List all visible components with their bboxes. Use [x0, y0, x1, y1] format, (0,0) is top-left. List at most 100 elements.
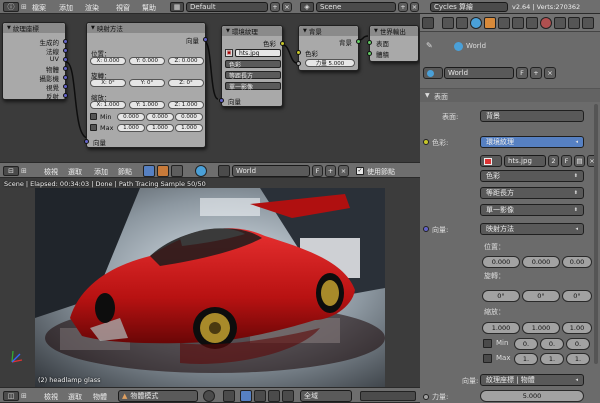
- node-texture-coordinate[interactable]: ▼ 紋理座標 生成的 法線 UV 物體 攝影機 視覺 反射: [2, 22, 68, 101]
- scale-z-field[interactable]: Z: 1.000: [168, 101, 204, 109]
- min-y-field[interactable]: 0.: [540, 338, 564, 350]
- socket-vector-out[interactable]: [203, 37, 208, 42]
- collapse-menu-icon[interactable]: ⊞: [21, 167, 27, 175]
- editor-type-properties-icon[interactable]: [422, 17, 434, 29]
- shader-world-icon[interactable]: [157, 165, 169, 177]
- node-editor[interactable]: ▼ 紋理座標 生成的 法線 UV 物體 攝影機 視覺 反射 ▼ 映射方法 向量 位置…: [0, 14, 420, 162]
- world-browse-icon[interactable]: [218, 165, 230, 177]
- surface-panel-header[interactable]: ▼ 表面: [420, 88, 600, 102]
- scene-tab-icon[interactable]: [456, 17, 468, 29]
- rotate-icon[interactable]: [268, 390, 280, 402]
- interaction-mode-dropdown[interactable]: ▲ 物體模式: [118, 390, 198, 402]
- modifiers-tab-icon[interactable]: [512, 17, 524, 29]
- editor-type-info-icon[interactable]: ⓘ: [3, 2, 19, 12]
- data-tab-icon[interactable]: [526, 17, 538, 29]
- rot-z-field[interactable]: Z: 0°: [168, 79, 204, 87]
- open-image-icon[interactable]: ▤: [574, 155, 585, 167]
- collapse-menu-icon[interactable]: ⊞: [21, 3, 27, 11]
- render-tab-icon[interactable]: [442, 17, 454, 29]
- object-tab-icon[interactable]: [484, 17, 496, 29]
- socket-reflection[interactable]: [63, 93, 68, 98]
- color-input-dropdown[interactable]: 環境紋理 ◂: [480, 136, 584, 148]
- fake-user-button[interactable]: F: [312, 165, 323, 177]
- menu-help[interactable]: 幫助: [142, 3, 156, 13]
- socket-window[interactable]: [63, 84, 68, 89]
- menu-object[interactable]: 物體: [93, 392, 107, 402]
- unlink-world-button[interactable]: ×: [544, 67, 556, 79]
- rot-x-field[interactable]: X: 0°: [90, 79, 126, 87]
- rot-y-field[interactable]: Y: 0°: [129, 79, 165, 87]
- socket-background-out[interactable]: [356, 39, 361, 44]
- editor-type-node-icon[interactable]: ⊟: [3, 166, 19, 176]
- material-tab-icon[interactable]: [540, 17, 552, 29]
- world-tab-icon[interactable]: [470, 17, 482, 29]
- max-z-field[interactable]: 1.: [566, 353, 590, 365]
- image-browse-icon[interactable]: [480, 155, 502, 167]
- compositing-icon[interactable]: [171, 165, 183, 177]
- transform-orientation-dropdown[interactable]: 全域: [300, 390, 352, 402]
- image-users-count[interactable]: 2: [548, 155, 559, 167]
- surface-shader-dropdown[interactable]: 背景: [480, 110, 584, 122]
- menu-node[interactable]: 節點: [118, 167, 132, 177]
- max-checkbox[interactable]: [483, 354, 492, 363]
- min-x-field[interactable]: 0.: [514, 338, 538, 350]
- constraints-tab-icon[interactable]: [498, 17, 510, 29]
- properties-scrollbar[interactable]: [594, 104, 598, 364]
- render-engine-dropdown[interactable]: Cycles 算繪: [430, 2, 508, 12]
- new-world-button[interactable]: +: [325, 165, 336, 177]
- max-z-field[interactable]: 1.000: [175, 124, 203, 132]
- translate-icon[interactable]: [254, 390, 266, 402]
- menu-render[interactable]: 渲染: [85, 3, 99, 13]
- menu-window[interactable]: 視窗: [116, 3, 130, 13]
- texture-tab-icon[interactable]: [554, 17, 566, 29]
- max-checkbox[interactable]: [90, 124, 97, 131]
- menu-file[interactable]: 檔案: [32, 3, 46, 13]
- min-z-field[interactable]: 0.000: [175, 113, 203, 121]
- image-fake-user-button[interactable]: F: [561, 155, 572, 167]
- socket-generated[interactable]: [63, 39, 68, 44]
- max-y-field[interactable]: 1.: [540, 353, 564, 365]
- node-environment-texture[interactable]: ▼ 環境紋理 色彩 ▣ hts.jpg 色彩 等距長方 單一影像 向量: [219, 25, 285, 107]
- mapping-loc-x[interactable]: 0.000: [482, 256, 520, 268]
- socket-surface-in[interactable]: [367, 40, 372, 45]
- min-y-field[interactable]: 0.000: [146, 113, 174, 121]
- image-color-space-dropdown[interactable]: 色彩 ⬍: [480, 170, 584, 182]
- socket-strength-in[interactable]: [296, 61, 301, 66]
- min-x-field[interactable]: 0.000: [117, 113, 145, 121]
- pivot-point-icon[interactable]: [223, 390, 235, 402]
- env-source[interactable]: 單一影像: [225, 82, 281, 91]
- mapping-scale-x[interactable]: 1.000: [482, 322, 520, 334]
- max-x-field[interactable]: 1.: [514, 353, 538, 365]
- new-world-button[interactable]: +: [530, 67, 542, 79]
- delete-scene-button[interactable]: ×: [410, 2, 419, 12]
- min-checkbox[interactable]: [90, 113, 97, 120]
- node-world-output[interactable]: ▼ 世界輸出 表面 體積: [367, 25, 419, 62]
- vector-input-dropdown[interactable]: 映射方法 ◂: [480, 223, 584, 235]
- loc-z-field[interactable]: Z: 0.000: [168, 57, 204, 65]
- socket-vector-in[interactable]: [84, 139, 89, 144]
- screen-layout-icon[interactable]: ▦: [170, 2, 184, 12]
- socket-color-in[interactable]: [296, 50, 301, 55]
- mapping-loc-y[interactable]: 0.000: [522, 256, 560, 268]
- delete-layout-button[interactable]: ×: [282, 2, 292, 12]
- physics-tab-icon[interactable]: [582, 17, 594, 29]
- socket-camera[interactable]: [63, 75, 68, 80]
- socket-object[interactable]: [63, 66, 68, 71]
- socket-uv[interactable]: [63, 57, 68, 62]
- socket-normal[interactable]: [63, 48, 68, 53]
- image-source-dropdown[interactable]: 單一影像 ⬍: [480, 204, 584, 216]
- shader-type-world-icon[interactable]: [195, 165, 207, 177]
- image-browse-icon[interactable]: ▣: [225, 49, 233, 57]
- menu-add[interactable]: 添加: [59, 3, 73, 13]
- mapping-scale-y[interactable]: 1.000: [522, 322, 560, 334]
- manipulator-icon[interactable]: [240, 390, 252, 402]
- max-y-field[interactable]: 1.000: [146, 124, 174, 132]
- world-name-field[interactable]: World: [444, 67, 514, 79]
- add-scene-button[interactable]: +: [398, 2, 408, 12]
- image-name-field[interactable]: hts.jpg: [504, 155, 546, 167]
- mapping-rot-z[interactable]: 0°: [562, 290, 592, 302]
- menu-view[interactable]: 檢視: [44, 167, 58, 177]
- scale-icon[interactable]: [282, 390, 294, 402]
- mapping-scale-z[interactable]: 1.00: [562, 322, 592, 334]
- menu-select[interactable]: 選取: [68, 392, 82, 402]
